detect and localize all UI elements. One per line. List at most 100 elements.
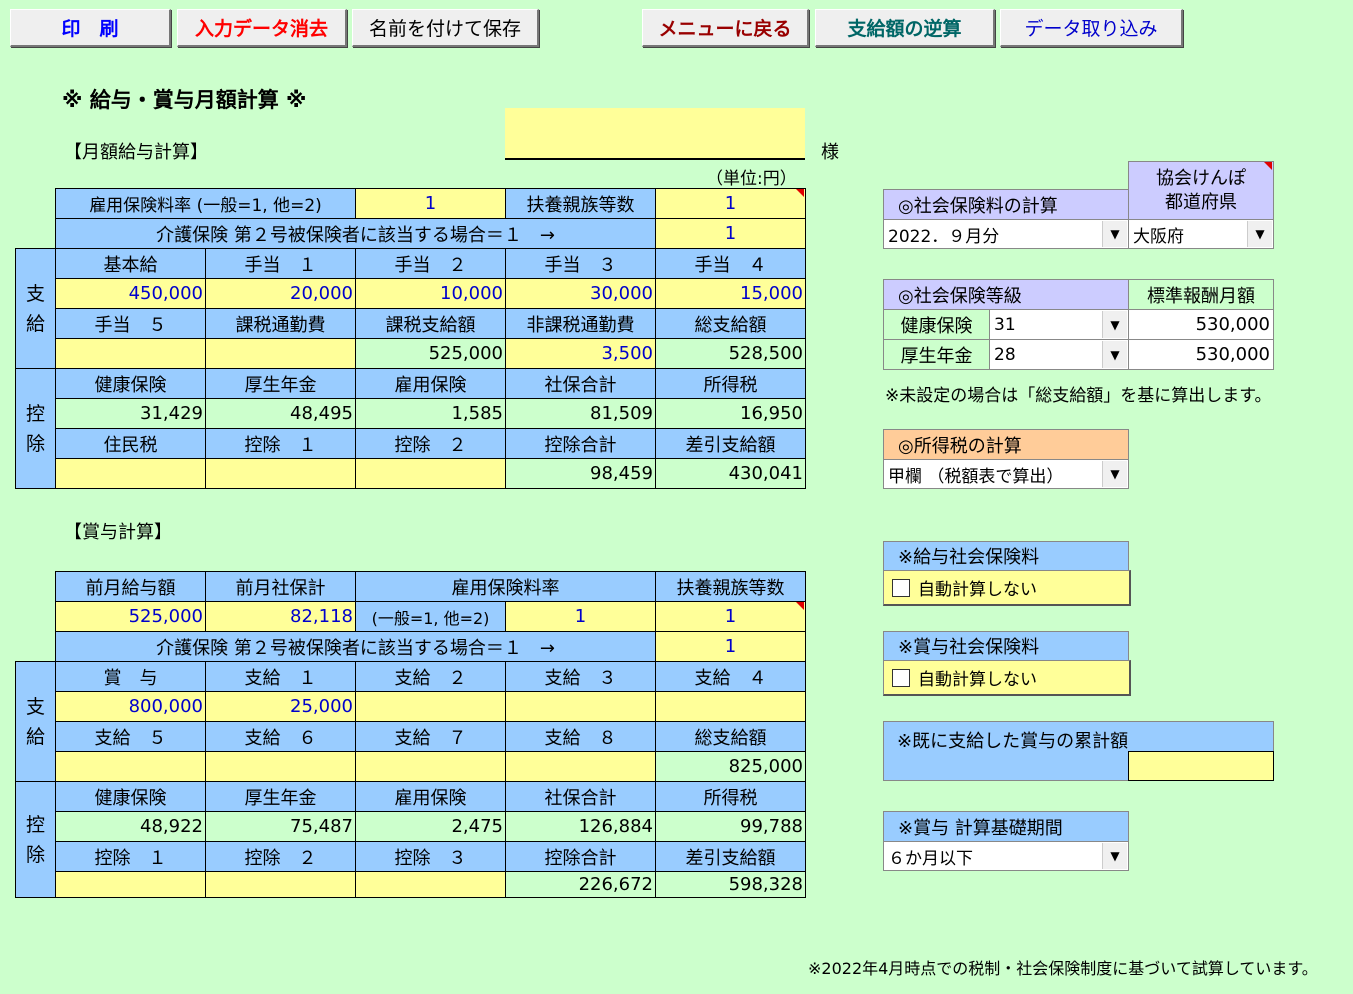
b-pay-v1-4[interactable] xyxy=(655,691,806,722)
bonus-social-label: ※賞与社会保険料 xyxy=(883,631,1129,661)
b-pay-h2-0: 支給 ５ xyxy=(55,721,206,752)
m-pay-h1-0: 基本給 xyxy=(55,248,206,279)
b-pay-h2-4: 総支給額 xyxy=(655,721,806,752)
m-pay-v2-0[interactable] xyxy=(55,338,206,369)
b-pay-v2-1[interactable] xyxy=(205,751,356,782)
m-ded-v2-2[interactable] xyxy=(355,458,506,489)
b-pay-v1-0[interactable]: 800,000 xyxy=(55,691,206,722)
b-pay-v2-0[interactable] xyxy=(55,751,206,782)
m-pay-h1-1: 手当 １ xyxy=(205,248,356,279)
m-pay-v1-2[interactable]: 10,000 xyxy=(355,278,506,309)
m-ded-v2-0[interactable] xyxy=(55,458,206,489)
m-ded-v2-3: 98,459 xyxy=(505,458,656,489)
tax-calc-select[interactable]: 甲欄 （税額表で算出） ▼ xyxy=(883,459,1129,489)
cumulative-bonus-label: ※既に支給した賞与の累計額 xyxy=(897,731,1129,752)
b-pay-h1-1: 支給 １ xyxy=(205,661,356,692)
m-kaigo-input[interactable]: 1 xyxy=(655,218,806,249)
b-ded-v2-1[interactable] xyxy=(205,871,356,898)
health-std-value: 530,000 xyxy=(1128,309,1274,340)
b-ded-v1-2: 2,475 xyxy=(355,811,506,842)
m-pay-h2-4: 総支給額 xyxy=(655,308,806,339)
page-title: ※ 給与・賞与月額計算 ※ xyxy=(62,88,307,112)
b-ded-h1-4: 所得税 xyxy=(655,781,806,812)
b-pay-h2-2: 支給 ７ xyxy=(355,721,506,752)
b-prev-salary-input[interactable]: 525,000 xyxy=(55,601,206,632)
prefecture-select[interactable]: 大阪府 ▼ xyxy=(1128,219,1274,249)
print-button[interactable]: 印 刷 xyxy=(10,9,171,47)
b-ded-v1-4: 99,788 xyxy=(655,811,806,842)
b-pay-v1-2[interactable] xyxy=(355,691,506,722)
m-ded-h1-4: 所得税 xyxy=(655,368,806,399)
m-ded-v2-1[interactable] xyxy=(205,458,356,489)
footer-note: ※2022年4月時点での税制・社会保険制度に基づいて試算しています。 xyxy=(808,959,1318,978)
m-pay-h2-0: 手当 ５ xyxy=(55,308,206,339)
m-pay-h1-4: 手当 ４ xyxy=(655,248,806,279)
bonus-section-label: 【賞与計算】 xyxy=(64,522,172,543)
b-ded-v2-0[interactable] xyxy=(55,871,206,898)
m-pay-v2-3[interactable]: 3,500 xyxy=(505,338,656,369)
b-ded-h2-1: 控除 ２ xyxy=(205,841,356,872)
clear-input-button[interactable]: 入力データ消去 xyxy=(177,9,347,47)
chevron-down-icon: ▼ xyxy=(1102,311,1127,338)
m-pay-v1-4[interactable]: 15,000 xyxy=(655,278,806,309)
m-ded-v1-0: 31,429 xyxy=(55,398,206,429)
m-ded-v1-3: 81,509 xyxy=(505,398,656,429)
m-pay-h2-1: 課税通勤費 xyxy=(205,308,356,339)
health-grade-select[interactable]: 31 ▼ xyxy=(989,309,1129,340)
b-pay-v2-3[interactable] xyxy=(505,751,656,782)
pension-grade-select[interactable]: 28 ▼ xyxy=(989,339,1129,370)
m-pay-h1-3: 手当 ３ xyxy=(505,248,656,279)
chevron-down-icon: ▼ xyxy=(1102,461,1127,487)
b-ded-v2-4: 598,328 xyxy=(655,871,806,898)
salary-social-checkbox[interactable]: 自動計算しない xyxy=(883,570,1131,606)
b-prev-social-label: 前月社保計 xyxy=(205,571,356,602)
b-dependents-label: 扶養親族等数 xyxy=(655,571,806,602)
bonus-period-select[interactable]: ６か月以下 ▼ xyxy=(883,841,1129,871)
b-kaigo-input[interactable]: 1 xyxy=(655,631,806,662)
b-ded-h1-1: 厚生年金 xyxy=(205,781,356,812)
cumulative-bonus-input[interactable] xyxy=(1128,751,1274,781)
b-ded-v1-3: 126,884 xyxy=(505,811,656,842)
b-pay-h2-3: 支給 ８ xyxy=(505,721,656,752)
b-ded-h2-3: 控除合計 xyxy=(505,841,656,872)
reverse-calc-button[interactable]: 支給額の逆算 xyxy=(815,9,995,47)
social-calc-label: ◎社会保険料の計算 xyxy=(883,189,1129,220)
m-pay-v1-3[interactable]: 30,000 xyxy=(505,278,656,309)
b-pay-side-label: 支給 xyxy=(15,661,56,782)
m-dependents-input[interactable]: 1 xyxy=(655,188,806,219)
social-calc-month-select[interactable]: 2022．９月分 ▼ xyxy=(883,219,1129,249)
b-ded-h1-0: 健康保険 xyxy=(55,781,206,812)
m-rate-input[interactable]: 1 xyxy=(355,188,506,219)
b-pay-v2-2[interactable] xyxy=(355,751,506,782)
b-ded-v2-3: 226,672 xyxy=(505,871,656,898)
data-import-button[interactable]: データ取り込み xyxy=(1000,9,1183,47)
save-as-button[interactable]: 名前を付けて保存 xyxy=(352,9,539,47)
b-rate-sub-label: (一般=1, 他=2) xyxy=(355,601,506,632)
bonus-social-checkbox[interactable]: 自動計算しない xyxy=(883,660,1131,696)
std-monthly-label: 標準報酬月額 xyxy=(1128,279,1274,310)
pension-grade-label: 厚生年金 xyxy=(883,339,990,370)
recipient-name-input[interactable] xyxy=(505,108,805,160)
m-ded-h2-0: 住民税 xyxy=(55,428,206,459)
b-ded-side-label: 控除 xyxy=(15,781,56,898)
salary-social-label: ※給与社会保険料 xyxy=(883,541,1129,571)
m-pay-v1-1[interactable]: 20,000 xyxy=(205,278,356,309)
m-pay-v2-1[interactable] xyxy=(205,338,356,369)
m-ded-h2-3: 控除合計 xyxy=(505,428,656,459)
b-pay-v1-3[interactable] xyxy=(505,691,656,722)
m-ded-h1-2: 雇用保険 xyxy=(355,368,506,399)
b-ded-v2-2[interactable] xyxy=(355,871,506,898)
menu-return-button[interactable]: メニューに戻る xyxy=(642,9,809,47)
b-prev-salary-label: 前月給与額 xyxy=(55,571,206,602)
b-rate-input[interactable]: 1 xyxy=(505,601,656,632)
b-dependents-input[interactable]: 1 xyxy=(655,601,806,632)
m-ded-h1-0: 健康保険 xyxy=(55,368,206,399)
m-dependents-label: 扶養親族等数 xyxy=(505,188,656,219)
b-prev-social-input[interactable]: 82,118 xyxy=(205,601,356,632)
m-pay-v2-4: 528,500 xyxy=(655,338,806,369)
b-pay-v1-1[interactable]: 25,000 xyxy=(205,691,356,722)
m-pay-side-label: 支給 xyxy=(15,248,56,369)
m-kaigo-label: 介護保険 第２号被保険者に該当する場合＝１ → xyxy=(55,218,656,249)
m-pay-v1-0[interactable]: 450,000 xyxy=(55,278,206,309)
b-pay-h1-4: 支給 ４ xyxy=(655,661,806,692)
